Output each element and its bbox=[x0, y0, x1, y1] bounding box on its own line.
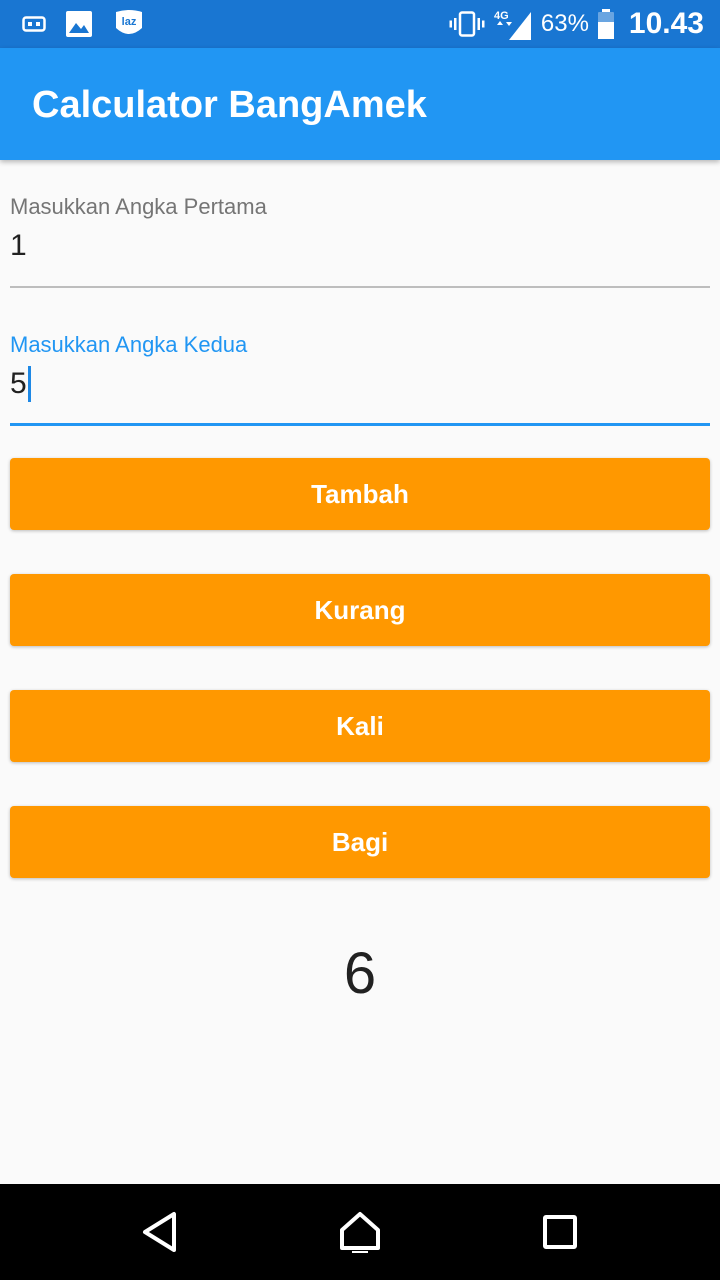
multiply-button[interactable]: Kali bbox=[10, 690, 710, 762]
subtract-button[interactable]: Kurang bbox=[10, 574, 710, 646]
clock: 10.43 bbox=[628, 7, 704, 40]
recents-button[interactable] bbox=[528, 1200, 592, 1264]
signal-4g-icon: 4G bbox=[494, 10, 531, 40]
first-number-field[interactable]: Masukkan Angka Pertama 1 bbox=[10, 194, 710, 288]
first-number-label: Masukkan Angka Pertama bbox=[10, 194, 267, 219]
second-number-value: 5 bbox=[10, 367, 27, 400]
network-type-label: 4G bbox=[494, 10, 509, 22]
home-button[interactable] bbox=[328, 1200, 392, 1264]
second-number-field[interactable]: Masukkan Angka Kedua 5 bbox=[10, 332, 710, 426]
app-title: Calculator BangAmek bbox=[32, 84, 427, 126]
back-icon bbox=[143, 1212, 176, 1252]
voicemail-icon bbox=[22, 16, 46, 32]
lazada-badge-text: laz bbox=[122, 16, 137, 28]
lazada-icon: laz bbox=[116, 10, 142, 34]
divide-button[interactable]: Bagi bbox=[10, 806, 710, 878]
recents-icon bbox=[543, 1215, 577, 1249]
notification-icons: laz bbox=[22, 8, 146, 40]
first-number-input[interactable]: 1 bbox=[10, 226, 710, 266]
navigation-bar bbox=[0, 1184, 720, 1280]
add-button[interactable]: Tambah bbox=[10, 458, 710, 530]
home-icon bbox=[340, 1212, 380, 1253]
text-cursor bbox=[27, 366, 31, 402]
app-bar: Calculator BangAmek bbox=[0, 48, 720, 160]
vibrate-icon bbox=[449, 11, 485, 37]
battery-percent: 63% bbox=[540, 10, 589, 37]
second-number-underline bbox=[10, 423, 710, 426]
image-icon bbox=[66, 11, 92, 37]
system-indicators: 4G 63% 10.43 bbox=[449, 6, 704, 42]
back-button[interactable] bbox=[128, 1200, 192, 1264]
second-number-label: Masukkan Angka Kedua bbox=[10, 332, 248, 357]
first-number-underline bbox=[10, 286, 710, 288]
result-text: 6 bbox=[343, 941, 377, 1006]
second-number-input[interactable]: 5 bbox=[10, 364, 710, 404]
battery-icon bbox=[597, 9, 614, 39]
first-number-value: 1 bbox=[10, 229, 27, 262]
status-bar: laz 4G 63% 10.43 bbox=[0, 0, 720, 48]
